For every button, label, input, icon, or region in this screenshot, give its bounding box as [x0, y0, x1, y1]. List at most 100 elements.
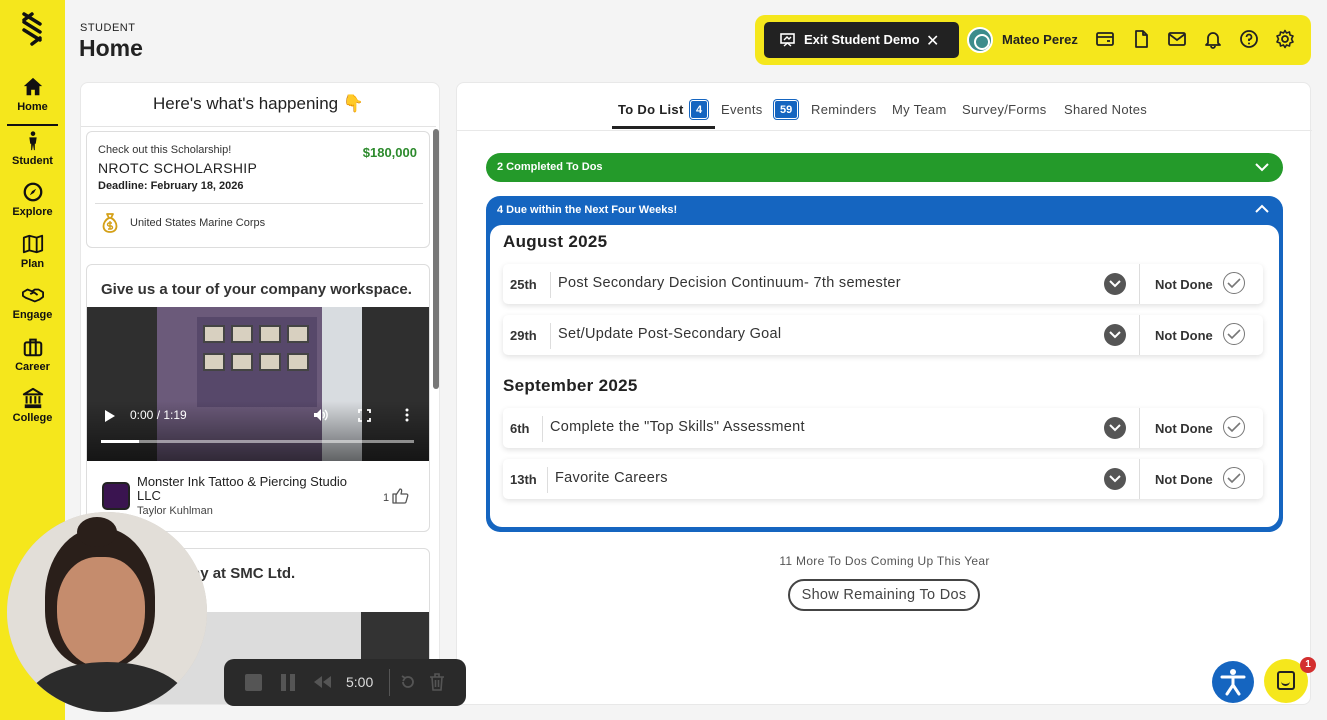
company-logo	[102, 482, 130, 510]
play-icon[interactable]	[105, 410, 115, 422]
tab-shared-notes[interactable]: Shared Notes	[1064, 102, 1147, 117]
recording-timer: 5:00	[346, 674, 374, 690]
exit-student-demo-button[interactable]: Exit Student Demo ✕	[764, 22, 959, 58]
todo-item[interactable]: 6th Complete the "Top Skills" Assessment…	[503, 408, 1263, 448]
scholarship-org: United States Marine Corps	[130, 217, 266, 229]
sidebar-item-home[interactable]: Home	[0, 76, 65, 126]
like-count: 1	[383, 492, 390, 504]
todo-title[interactable]: Set/Update Post-Secondary Goal	[558, 326, 781, 342]
due-todos-label: 4 Due within the Next Four Weeks!	[497, 204, 678, 216]
accessibility-button[interactable]	[1212, 661, 1254, 703]
home-icon	[23, 77, 42, 96]
more-options-icon[interactable]	[405, 408, 409, 422]
divider	[1139, 408, 1140, 448]
main-panel: To Do List 4 Events 59 Reminders My Team…	[456, 82, 1312, 705]
sidebar-item-explore[interactable]: Explore	[0, 181, 65, 227]
trash-icon[interactable]	[429, 673, 445, 691]
mark-done-button[interactable]	[1223, 416, 1245, 438]
mark-done-button[interactable]	[1223, 272, 1245, 294]
show-remaining-todos-button[interactable]: Show Remaining To Dos	[788, 579, 980, 611]
picture-frame	[287, 325, 309, 343]
chevron-down-icon[interactable]	[1255, 162, 1269, 172]
month-heading: September 2025	[503, 376, 638, 395]
stop-icon[interactable]	[245, 674, 262, 691]
logo-icon[interactable]	[18, 12, 46, 46]
sidebar-item-label: Plan	[20, 258, 45, 270]
sidebar-item-label: Home	[17, 101, 48, 113]
bell-icon[interactable]	[1203, 29, 1223, 49]
sidebar-item-engage[interactable]: Engage	[0, 284, 65, 330]
check-icon	[1227, 278, 1241, 289]
avatar[interactable]	[967, 27, 993, 53]
todo-day: 6th	[510, 421, 530, 436]
document-icon[interactable]	[1131, 29, 1151, 49]
gear-icon[interactable]	[1275, 29, 1295, 49]
tab-reminders[interactable]: Reminders	[811, 102, 877, 117]
check-icon	[1227, 473, 1241, 484]
user-name[interactable]: Mateo Perez	[1002, 32, 1078, 47]
video-progress-bar[interactable]	[101, 440, 414, 443]
divider	[1139, 459, 1140, 499]
close-icon[interactable]: ✕	[926, 31, 939, 51]
picture-frame	[231, 325, 253, 343]
sidebar-item-career[interactable]: Career	[0, 336, 65, 382]
accessibility-icon	[1220, 669, 1246, 696]
video-player[interactable]: 0:00 / 1:19	[87, 307, 429, 461]
todo-title[interactable]: Post Secondary Decision Continuum- 7th s…	[558, 275, 901, 291]
completed-todos-label: 2 Completed To Dos	[497, 161, 603, 173]
todo-item[interactable]: 25th Post Secondary Decision Continuum- …	[503, 264, 1263, 304]
tab-my-team[interactable]: My Team	[892, 102, 947, 117]
expand-button[interactable]	[1104, 324, 1126, 346]
divider	[550, 323, 551, 349]
video-title: Give us a tour of your company workspace…	[101, 281, 412, 298]
sidebar-item-label: Engage	[12, 309, 53, 321]
mail-icon[interactable]	[1167, 29, 1187, 49]
wallet-icon[interactable]	[1095, 29, 1115, 49]
expand-button[interactable]	[1104, 417, 1126, 439]
chevron-down-icon	[1109, 424, 1121, 432]
scholarship-name[interactable]: NROTC SCHOLARSHIP	[98, 160, 257, 176]
rewind-icon[interactable]	[312, 675, 332, 689]
feed-scrollbar[interactable]	[433, 129, 439, 389]
help-icon[interactable]	[1239, 29, 1259, 49]
divider	[542, 416, 543, 442]
sidebar-item-college[interactable]: College	[0, 387, 65, 433]
tab-to-do-list[interactable]: To Do List	[618, 102, 684, 117]
scholarship-card[interactable]: Check out this Scholarship! NROTC SCHOLA…	[86, 131, 430, 248]
todo-day: 25th	[510, 277, 537, 292]
video-card: Give us a tour of your company workspace…	[86, 264, 430, 532]
video-wall	[197, 317, 317, 407]
chevron-up-icon[interactable]	[1255, 204, 1269, 214]
company-name[interactable]: Monster Ink Tattoo & Piercing Studio LLC	[137, 475, 362, 503]
tab-survey-forms[interactable]: Survey/Forms	[962, 102, 1047, 117]
scholarship-deadline: Deadline: February 18, 2026	[98, 180, 244, 192]
chat-button[interactable]: 1	[1264, 657, 1316, 703]
sidebar-item-plan[interactable]: Plan	[0, 233, 65, 279]
more-todos-text: 11 More To Dos Coming Up This Year	[779, 554, 990, 568]
todo-item[interactable]: 13th Favorite Careers Not Done	[503, 459, 1263, 499]
sidebar-item-student[interactable]: Student	[0, 130, 65, 176]
chat-icon	[1277, 671, 1295, 690]
handshake-icon	[21, 288, 44, 303]
expand-button[interactable]	[1104, 273, 1126, 295]
mark-done-button[interactable]	[1223, 323, 1245, 345]
todo-item[interactable]: 29th Set/Update Post-Secondary Goal Not …	[503, 315, 1263, 355]
check-icon	[1227, 329, 1241, 340]
todo-title[interactable]: Favorite Careers	[555, 470, 668, 486]
person-icon	[28, 131, 37, 151]
webcam-overlay[interactable]	[7, 512, 207, 712]
tab-events[interactable]: Events	[721, 102, 763, 117]
restart-icon[interactable]	[400, 674, 416, 690]
expand-button[interactable]	[1104, 468, 1126, 490]
completed-todos-group[interactable]: 2 Completed To Dos	[486, 153, 1283, 182]
pause-icon[interactable]	[281, 674, 295, 691]
fullscreen-icon[interactable]	[358, 409, 371, 422]
divider	[550, 272, 551, 298]
todo-title[interactable]: Complete the "Top Skills" Assessment	[550, 419, 805, 435]
mark-done-button[interactable]	[1223, 467, 1245, 489]
divider	[95, 203, 423, 204]
thumbs-up-icon[interactable]	[392, 487, 409, 504]
picture-frame	[231, 353, 253, 371]
page-title: Home	[79, 35, 143, 61]
volume-icon[interactable]	[313, 408, 329, 422]
